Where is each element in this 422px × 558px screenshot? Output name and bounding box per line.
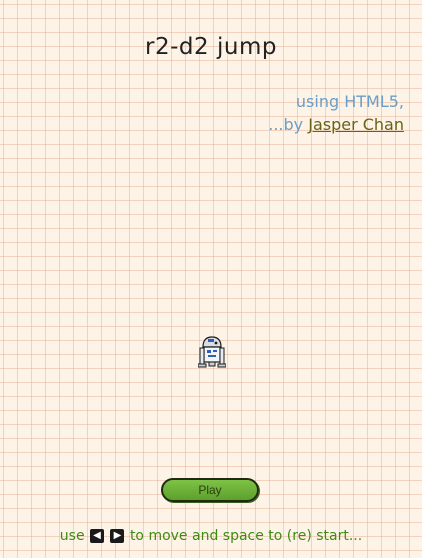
author-link[interactable]: Jasper Chan bbox=[308, 115, 404, 134]
play-button[interactable]: Play bbox=[161, 478, 259, 502]
right-arrow-key-icon: ▶ bbox=[110, 529, 125, 543]
page-title: r2-d2 jump bbox=[145, 34, 277, 60]
left-arrow-key-icon: ◀ bbox=[90, 529, 105, 543]
instructions-use: use bbox=[59, 528, 85, 544]
credits-prefix: ...by bbox=[268, 115, 304, 134]
credits-line2: ...by Jasper Chan bbox=[268, 113, 404, 136]
r2d2-robot-icon bbox=[198, 336, 226, 368]
instructions: use ◀ ▶ to move and space to (re) start.… bbox=[0, 528, 422, 544]
credits: using HTML5, ...by Jasper Chan bbox=[268, 90, 404, 136]
credits-line1: using HTML5, bbox=[295, 92, 404, 111]
instructions-text: to move and space to (re) start... bbox=[129, 528, 363, 544]
